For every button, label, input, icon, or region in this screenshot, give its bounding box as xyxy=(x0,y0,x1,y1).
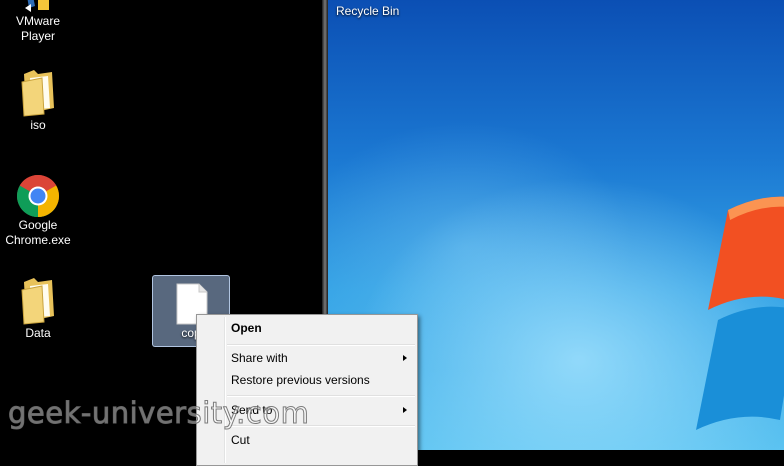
desktop-icon-vmware-player[interactable]: VMware Player xyxy=(0,0,76,44)
submenu-arrow-icon xyxy=(403,355,407,361)
windows-logo-icon xyxy=(696,196,784,430)
vmware-player-icon xyxy=(25,0,49,12)
folder-icon xyxy=(21,70,54,117)
recycle-bin-label[interactable]: Recycle Bin xyxy=(336,4,399,18)
chrome-icon xyxy=(16,174,60,218)
menu-item-cut[interactable]: Cut xyxy=(199,429,415,451)
context-menu: Open Share with Restore previous version… xyxy=(196,314,418,466)
desktop-icon-iso[interactable]: iso xyxy=(0,68,76,133)
menu-item-share-with[interactable]: Share with xyxy=(199,347,415,369)
menu-item-label: Restore previous versions xyxy=(231,373,370,387)
folder-icon xyxy=(21,278,54,325)
menu-item-open[interactable]: Open xyxy=(199,317,415,339)
menu-item-label: Open xyxy=(231,321,262,335)
watermark-text: geek-university.com xyxy=(7,396,310,431)
desktop-icon-label: Google Chrome.exe xyxy=(5,218,71,247)
menu-separator xyxy=(227,344,415,346)
desktop-icon-google-chrome[interactable]: Google Chrome.exe xyxy=(0,174,76,248)
submenu-arrow-icon xyxy=(403,407,407,413)
desktop-icon-label: Data xyxy=(25,326,51,340)
menu-item-label: Cut xyxy=(231,433,250,447)
menu-item-restore-previous-versions[interactable]: Restore previous versions xyxy=(199,369,415,391)
menu-item-label: Share with xyxy=(231,351,288,365)
desktop-icon-label: VMware Player xyxy=(15,14,60,43)
desktop-icon-data[interactable]: Data xyxy=(0,276,76,341)
desktop-icon-label: iso xyxy=(30,118,46,132)
